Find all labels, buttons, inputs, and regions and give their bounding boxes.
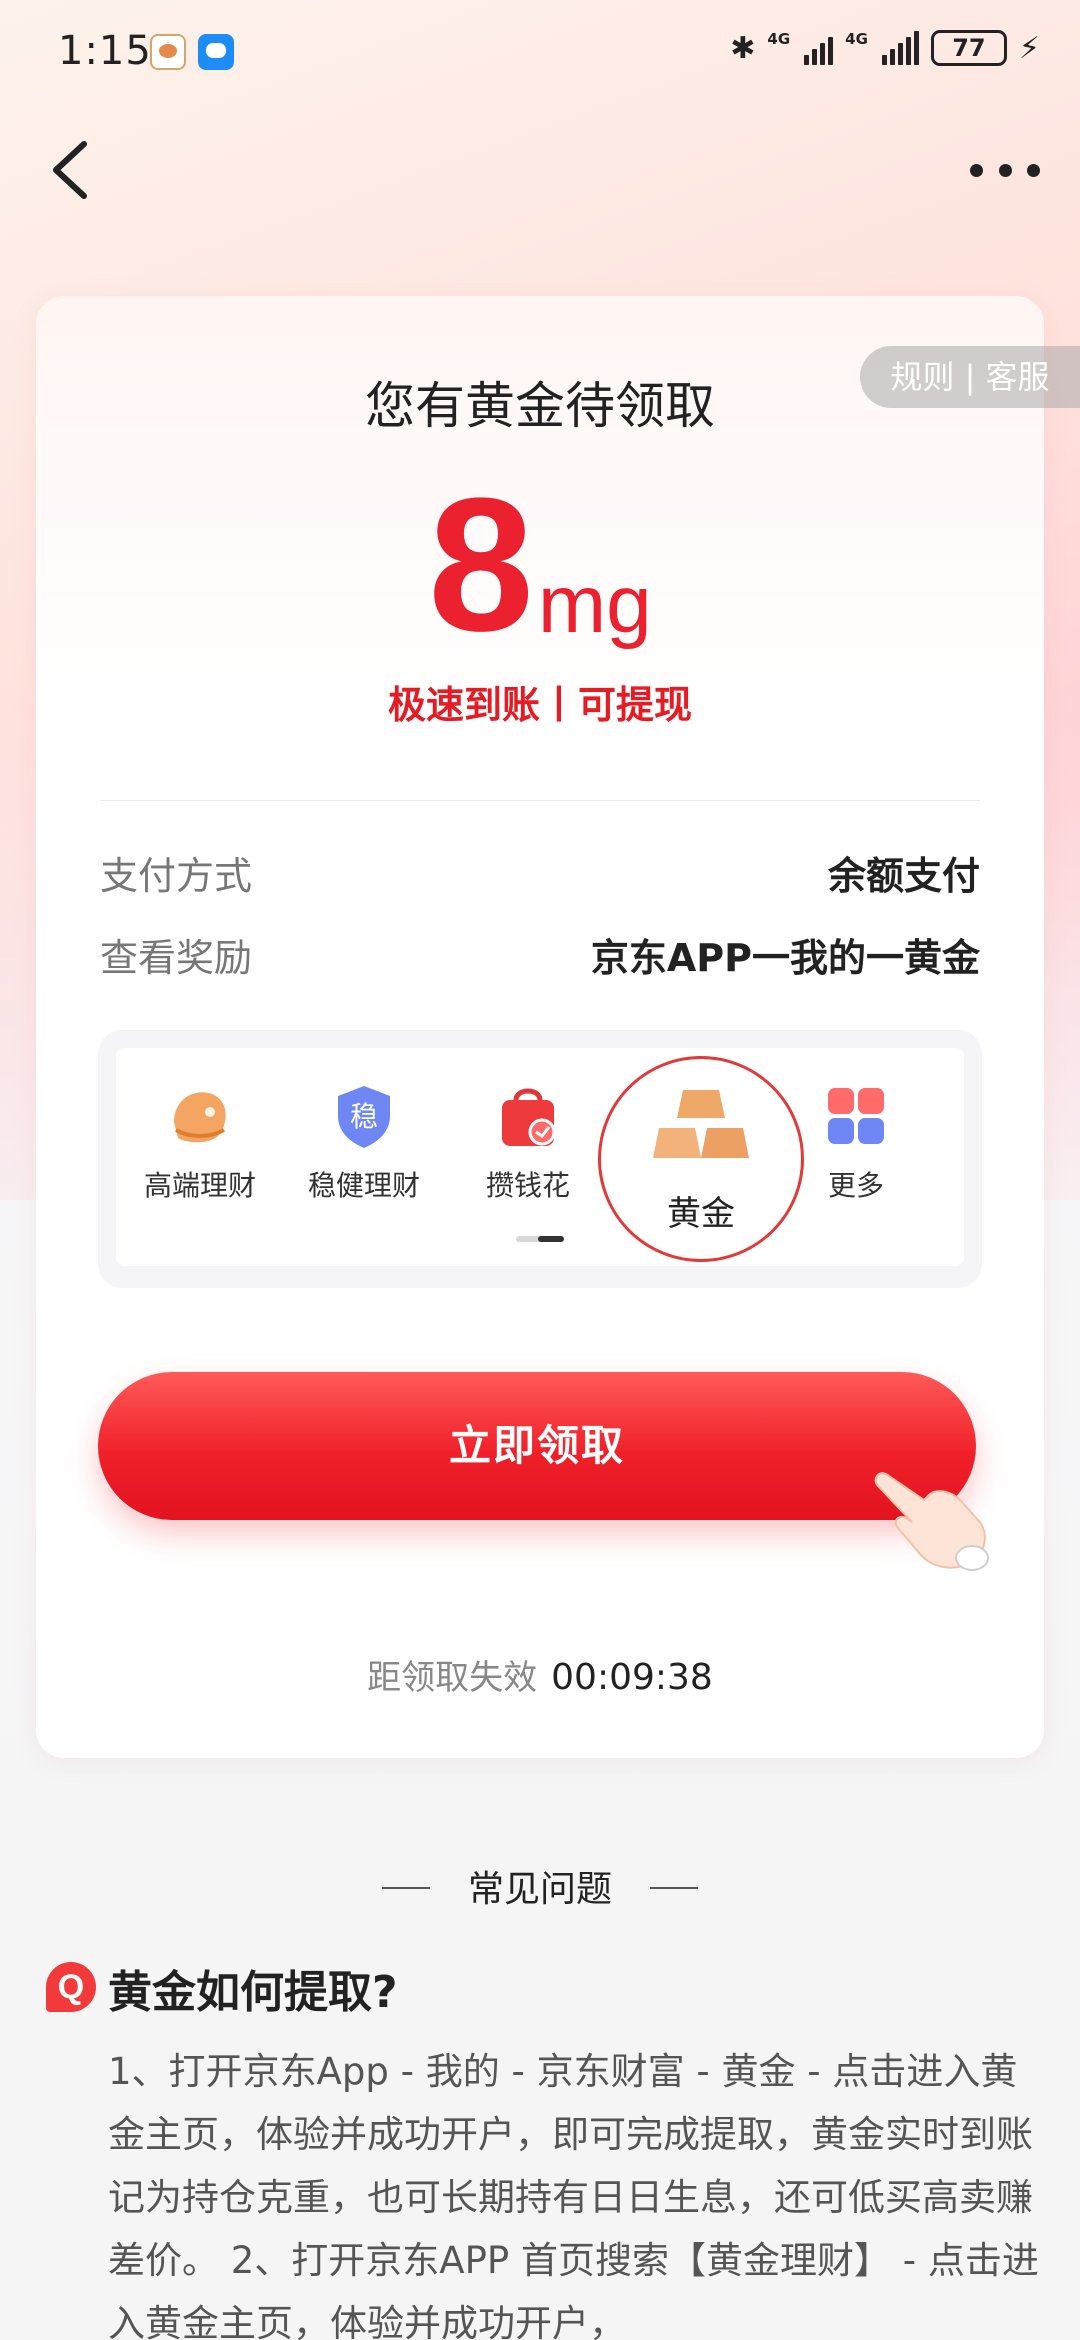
network-type-2: 4G: [845, 30, 868, 48]
back-button[interactable]: [40, 130, 100, 210]
countdown-label: 距领取失效: [367, 1658, 538, 1698]
payment-method-label: 支付方式: [100, 853, 253, 898]
amount-value: 8: [428, 459, 534, 671]
gold-amount: 8mg: [0, 470, 1080, 660]
payment-method-value: 余额支付: [827, 853, 980, 898]
card-title: 您有黄金待领取: [365, 377, 715, 435]
status-indicators: ✱ 4G 4G 77 ⚡: [730, 30, 1040, 66]
product-premium-wealth[interactable]: 高端理财: [120, 1082, 280, 1232]
status-bar: 1:15 ✱ 4G 4G 77 ⚡: [0, 0, 1080, 110]
product-label: 更多: [827, 1169, 884, 1202]
question-icon: Q: [46, 1962, 96, 2012]
bluetooth-icon: ✱: [730, 30, 756, 66]
product-more[interactable]: 更多: [776, 1082, 936, 1232]
more-options-button[interactable]: [970, 150, 1040, 190]
steady-shield-icon: 稳: [330, 1082, 398, 1150]
notification-app-icon: [150, 34, 186, 70]
amount-unit: mg: [537, 559, 652, 650]
faq-header: 常见问题: [467, 1869, 612, 1910]
view-reward-row: 查看奖励 京东APP一我的一黄金: [100, 924, 980, 984]
view-reward-label: 查看奖励: [100, 935, 253, 980]
faq-answer: 1、打开京东App - 我的 - 京东财富 - 黄金 - 点击进入黄金主页，体验…: [108, 2050, 1039, 2340]
battery-icon: 77: [930, 30, 1007, 66]
carousel-scroll-indicator: [516, 1236, 564, 1242]
product-gold[interactable]: [621, 1086, 781, 1166]
payment-method-row: 支付方式 余额支付: [100, 842, 980, 902]
chevron-left-icon: [53, 141, 87, 199]
signal-2-icon: [881, 31, 919, 65]
faq-header-line-right: [650, 1887, 698, 1889]
countdown: 距领取失效 00:09:38: [0, 1650, 1080, 1699]
gold-bars-icon: [653, 1086, 749, 1162]
charging-icon: ⚡: [1018, 30, 1040, 66]
product-steady-wealth[interactable]: 稳 稳健理财: [284, 1082, 444, 1232]
pointing-hand-icon: [868, 1466, 998, 1576]
faq-question: 黄金如何提取?: [108, 1967, 398, 2018]
svg-text:稳: 稳: [350, 1100, 378, 1133]
more-dots-icon: [970, 163, 983, 177]
product-label: 高端理财: [143, 1169, 256, 1202]
claim-now-button[interactable]: 立即领取: [98, 1372, 976, 1520]
message-app-icon: [198, 34, 234, 70]
countdown-timer: 00:09:38: [551, 1657, 713, 1698]
savings-bag-icon: [494, 1082, 562, 1150]
network-type-1: 4G: [767, 30, 791, 48]
product-label: 稳健理财: [307, 1169, 420, 1202]
amount-tagline: 极速到账丨可提现: [387, 683, 692, 727]
status-time: 1:15: [58, 28, 152, 74]
product-label: 攒钱花: [485, 1169, 570, 1202]
view-reward-value: 京东APP一我的一黄金: [590, 935, 980, 980]
premium-wealth-icon: [166, 1082, 234, 1150]
product-gold-label: 黄金: [667, 1194, 735, 1234]
product-savings[interactable]: 攒钱花: [448, 1082, 608, 1232]
more-grid-icon: [822, 1082, 890, 1150]
divider: [100, 800, 980, 801]
signal-1-icon: [804, 31, 834, 65]
